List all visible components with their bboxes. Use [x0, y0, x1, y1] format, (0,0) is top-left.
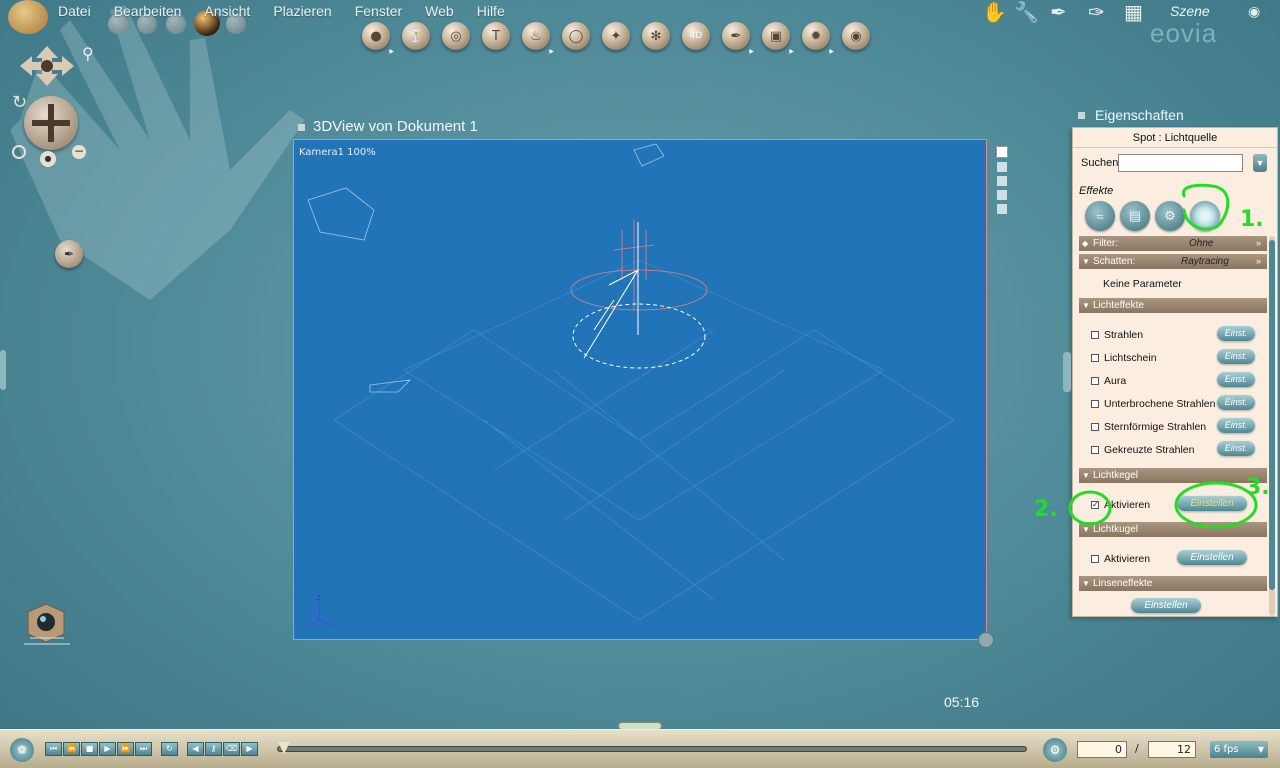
timeline-cursor[interactable] [278, 742, 290, 754]
play-icon[interactable]: ▶ [99, 742, 116, 756]
go-end-icon[interactable]: ⏭ [135, 742, 152, 756]
next-key-icon[interactable]: ▶ [241, 742, 258, 756]
loop-icon[interactable]: ↻ [161, 742, 178, 756]
annotation-overlay: 1. 2. 3. [1034, 183, 1270, 529]
timeline-track[interactable] [277, 746, 1027, 752]
stop-icon[interactable]: ■ [81, 742, 98, 756]
annotation-3: 3. [1246, 475, 1270, 500]
fast-forward-icon[interactable]: ⏩ [117, 742, 134, 756]
frame-separator: / [1135, 742, 1139, 755]
annotation-2: 2. [1034, 497, 1058, 522]
chevron-down-icon: ▼ [1257, 745, 1264, 754]
total-frames-field[interactable]: 12 [1148, 741, 1196, 758]
current-frame-field[interactable]: 0 [1077, 741, 1127, 758]
elapsed-time: 05:16 [944, 694, 980, 710]
go-start-icon[interactable]: ⏮ [45, 742, 62, 756]
rewind-icon[interactable]: ⏪ [63, 742, 80, 756]
annotation-circle-2 [1068, 490, 1112, 526]
film-reel-icon[interactable]: ❁ [10, 738, 34, 762]
annotation-circle-1 [1181, 183, 1230, 231]
prev-key-icon[interactable]: ◀ [187, 742, 204, 756]
render-settings-icon[interactable]: ⚙ [1043, 738, 1067, 762]
playback-bar: ❁ ⏮ ⏪ ■ ▶ ⏩ ⏭ ↻ ◀ ⚷ ⌫ ▶ ⚙ 0 / 12 6 fps ▼ [0, 729, 1280, 768]
annotation-circle-3 [1174, 481, 1258, 529]
key-icon[interactable]: ⚷ [205, 742, 222, 756]
fps-value: 6 fps [1214, 744, 1239, 755]
fps-select[interactable]: 6 fps ▼ [1210, 741, 1268, 758]
annotation-1: 1. [1240, 207, 1264, 232]
trash-icon[interactable]: ⌫ [223, 742, 240, 756]
